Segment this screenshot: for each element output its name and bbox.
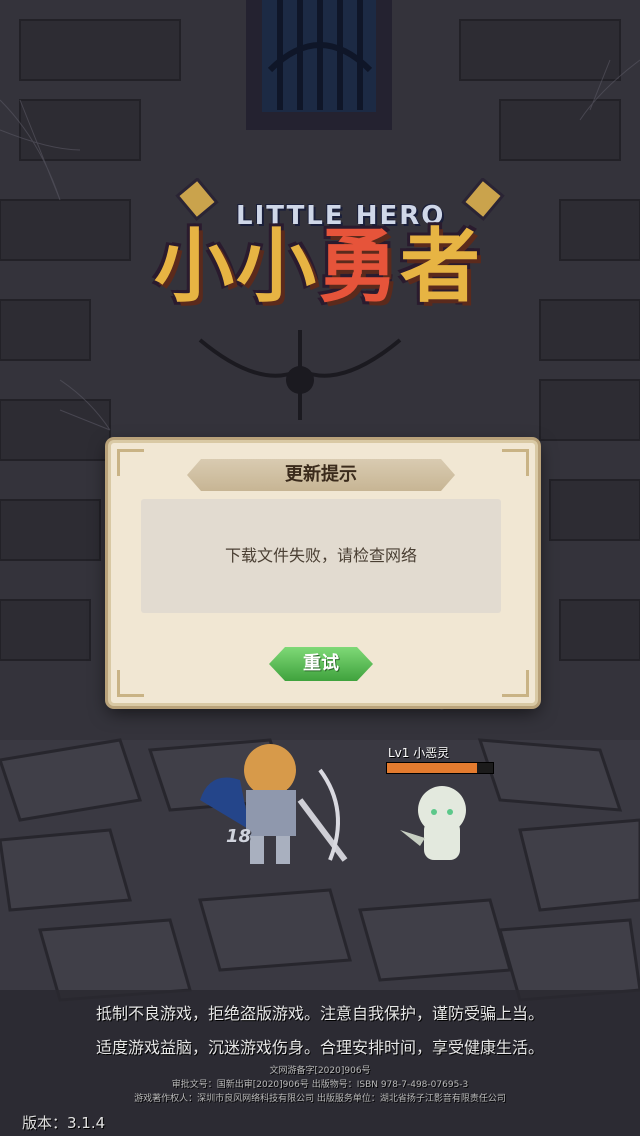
enemy-hp-fill [387,763,478,773]
license-line3: 游戏著作权人：深圳市良风网络科技有限公司 出版服务单位：湖北省扬子江影音有限责任… [134,1094,506,1104]
corner-ornament [502,670,529,697]
dialog-title-bar: 更新提示 [187,459,455,491]
license-line1: 文网游备字[2020]906号 [269,1066,371,1076]
enemy-name-label: Lv1 小恶灵 [388,746,450,760]
logo-title-part1: 小小 [154,220,318,313]
health-notice-line1: 抵制不良游戏，拒绝盗版游戏。注意自我保护，谨防受骗上当。 [95,1004,544,1023]
corner-ornament [117,449,144,476]
logo-title-part2: 勇 [318,220,400,313]
enemy-hp-bar [386,762,494,774]
health-notice-line2: 适度游戏益脑，沉迷游戏伤身。合理安排时间，享受健康生活。 [95,1038,544,1057]
corner-ornament [117,670,144,697]
version-label: 版本：3.1.4 [22,1114,106,1132]
dialog-title: 更新提示 [285,464,357,485]
corner-ornament [502,449,529,476]
license-line2: 审批文号：国新出审[2020]906号 出版物号：ISBN 978-7-498-… [171,1080,469,1090]
dialog-message-box: 下载文件失败，请检查网络 [141,499,501,613]
update-dialog: 更新提示 下载文件失败，请检查网络 重试 [108,440,538,706]
retry-button-label: 重试 [303,653,339,674]
logo-title: 小小勇者 [154,222,482,312]
logo-title-part3: 者 [400,220,482,313]
retry-button[interactable]: 重试 [269,647,373,681]
damage-number: 18 [226,826,252,847]
dialog-message: 下载文件失败，请检查网络 [224,546,417,565]
